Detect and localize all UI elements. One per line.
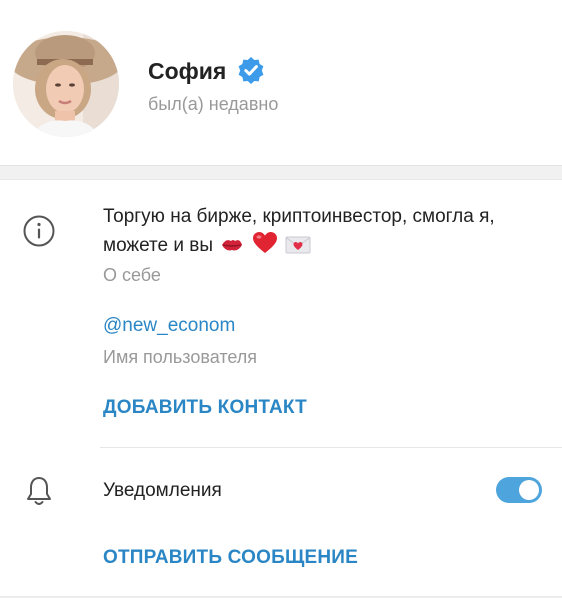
bio-line-1: Торгую на бирже, криптоинвестор, смогла …: [103, 206, 495, 227]
avatar-image: [13, 31, 119, 137]
info-icon: [23, 215, 55, 247]
username-label: Имя пользователя: [103, 347, 258, 367]
send-message-button[interactable]: ОТПРАВИТЬ СООБЩЕНИЕ: [103, 547, 358, 569]
section-separator: [0, 165, 562, 180]
bell-icon: [27, 477, 51, 505]
toggle-knob: [519, 480, 539, 500]
bio-line-2: можете и вы: [103, 235, 214, 256]
bio-text: Торгую на бирже, криптоинвестор, смогла …: [103, 203, 543, 260]
kiss-lips-emoji-icon: [222, 240, 243, 251]
add-contact-button[interactable]: ДОБАВИТЬ КОНТАКТ: [103, 397, 307, 419]
notifications-label: Уведомления: [103, 480, 222, 501]
profile-header: София был(а) недавно: [0, 0, 562, 165]
notifications-toggle[interactable]: [496, 477, 542, 503]
avatar[interactable]: [13, 31, 119, 137]
last-seen-status: был(а) недавно: [148, 94, 279, 114]
divider: [100, 447, 562, 448]
love-letter-emoji-icon: [285, 236, 311, 254]
profile-page: София был(а) недавно Торгую на бирже, кр…: [0, 0, 562, 598]
red-heart-emoji-icon: [252, 232, 277, 253]
profile-name: София: [148, 58, 227, 84]
verified-badge-icon: [238, 57, 264, 84]
username-link[interactable]: @new_econom: [103, 315, 235, 337]
bio-label: О себе: [103, 265, 161, 285]
